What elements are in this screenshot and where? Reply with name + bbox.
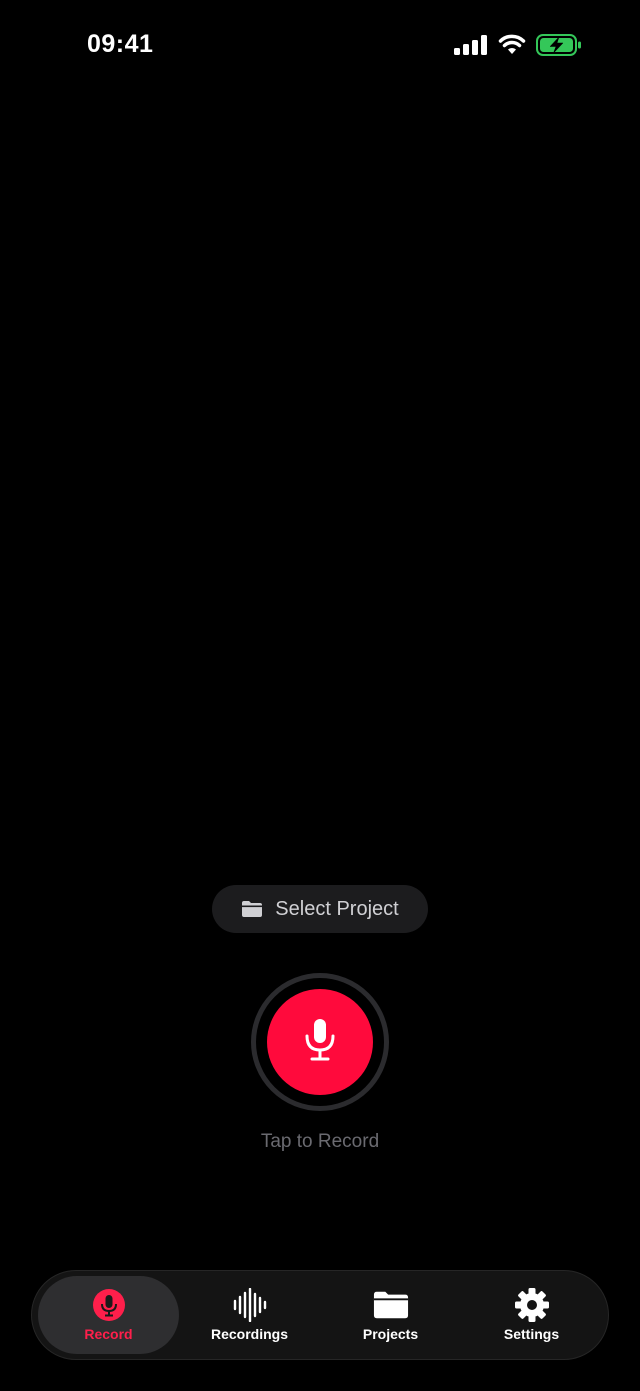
tab-recordings[interactable]: Recordings (179, 1276, 320, 1354)
folder-icon (373, 1288, 409, 1322)
cellular-signal-icon (454, 35, 488, 55)
status-bar: 09:41 (0, 0, 640, 95)
record-button-core (267, 989, 373, 1095)
tab-projects-label: Projects (362, 1326, 419, 1342)
tab-settings-label: Settings (503, 1326, 560, 1342)
select-project-label: Select Project (275, 897, 399, 920)
status-icons (454, 34, 582, 56)
record-screen: 09:41 Select Project Tap to Record Recor… (0, 0, 640, 1391)
record-button[interactable] (251, 973, 389, 1111)
tab-settings[interactable]: Settings (461, 1276, 602, 1354)
status-time: 09:41 (87, 30, 154, 58)
folder-icon (241, 900, 263, 918)
waveform-icon (232, 1288, 268, 1322)
select-project-button[interactable]: Select Project (212, 885, 428, 933)
gear-icon (514, 1288, 550, 1322)
microphone-icon (303, 1018, 337, 1067)
tab-record[interactable]: Record (38, 1276, 179, 1354)
tab-recordings-label: Recordings (210, 1326, 288, 1342)
tab-projects[interactable]: Projects (320, 1276, 461, 1354)
tab-bar: Record Recordings Projects Settings (31, 1270, 609, 1360)
record-hint: Tap to Record (260, 1131, 380, 1152)
wifi-icon (498, 34, 526, 56)
battery-charging-icon (536, 34, 582, 56)
tab-record-label: Record (84, 1326, 133, 1342)
microphone-icon (91, 1288, 127, 1322)
